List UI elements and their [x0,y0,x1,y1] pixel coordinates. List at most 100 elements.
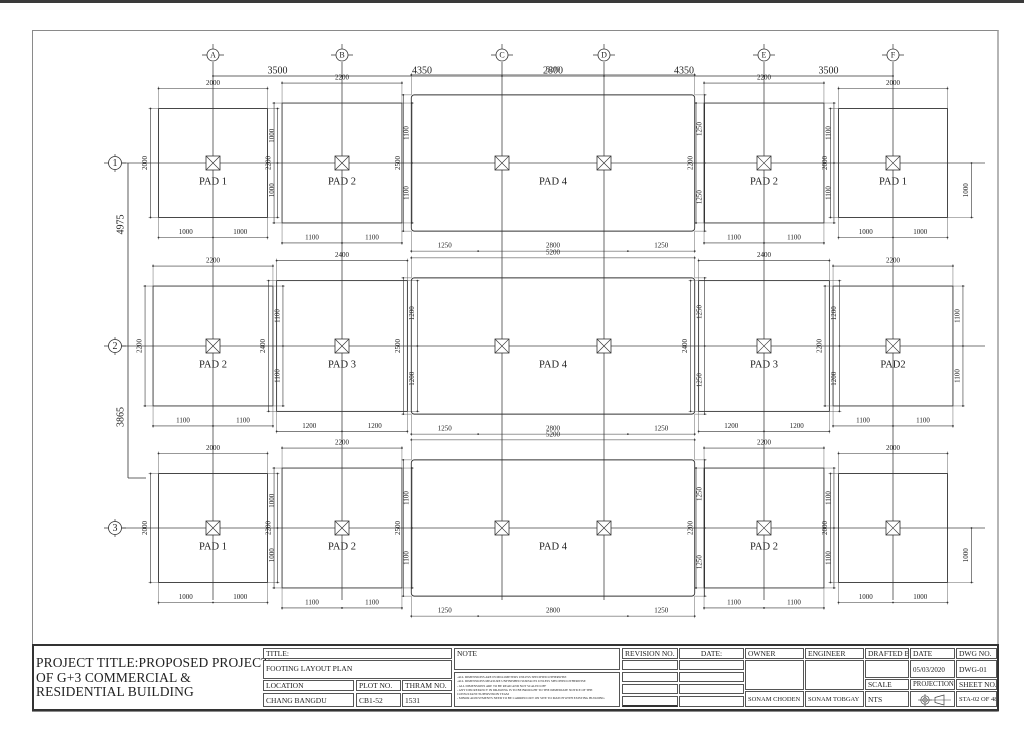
dimension-tick [477,433,480,436]
dimension-tick [212,601,214,604]
dimension-tick [273,102,275,104]
dimension-tick [402,413,405,416]
grid-spacing-label: 3865 [115,407,126,427]
footing-label: PAD 2 [199,359,227,370]
width-dimension-text: 2200 [335,439,350,447]
split-dimension-text: 1200 [724,422,739,430]
split-dimension-text: 1100 [727,234,741,242]
projection-label: PROJECTION [910,679,955,690]
width-dimension-text: 2000 [886,444,901,452]
split-dimension-text: 1200 [302,422,317,430]
grid-label-2: 2 [113,341,118,352]
dimension-tick [952,265,954,267]
dimension-tick [693,73,696,76]
dimension-tick [276,216,279,219]
grid-spacing-label: 3500 [268,65,288,76]
dimension-tick [837,87,840,90]
dimension-tick [689,279,692,282]
notes-list: -ALL DIMENSIONS ARE IN MILLIMETERS UNLES… [454,672,620,707]
dimension-tick [406,430,409,433]
footing-label: PAD 3 [750,359,778,370]
dimension-tick [833,587,835,589]
dimension-tick [341,430,343,433]
dimension-tick [401,82,403,84]
dimension-tick [401,447,403,449]
width-dimension-text: 2200 [757,439,772,447]
height-dimension-text: 2000 [821,521,829,536]
title-label: TITLE: [263,648,452,659]
dimension-tick [402,230,405,233]
split-dimension-text: 1000 [859,228,874,236]
footing-layout-drawing: A B C D E F1233500 4350 2800 4350 350049753865PAD… [104,44,985,619]
dimension-tick [275,259,278,262]
dimension-tick [410,73,413,76]
dimension-tick [603,75,605,77]
dimension-tick [272,425,274,427]
dimension-tick [410,433,413,436]
dimension-tick [962,345,964,347]
split-dimension-text: 1000 [179,593,194,601]
dimension-tick [703,413,706,416]
split-height-text: 1100 [954,309,962,323]
sheet-no-value: STA-02 OF 48 [956,691,997,707]
dimension-tick [833,162,835,164]
dimension-tick [689,410,692,413]
dimension-tick [703,607,705,609]
height-dimension-text: 2200 [816,339,824,354]
split-height-text: 1100 [274,309,282,323]
split-dimension-text: 1100 [176,417,190,425]
dimension-tick [695,467,697,469]
dimension-tick [410,256,413,259]
height-dimension-text: 2200 [687,156,695,171]
project-title-line: PROJECT TITLE:PROPOSED PROJECT [36,655,270,670]
dimension-tick [823,242,825,244]
width-dimension-text: 5200 [546,65,561,73]
height-dimension-text: 2000 [141,521,149,536]
height-dimension-text: 2400 [259,339,267,354]
split-height-text: 1000 [268,128,276,143]
dimension-tick [828,259,831,262]
height-dimension-text: 2500 [394,521,402,536]
dimension-tick [401,242,403,244]
revision-row [622,660,678,670]
thram-no-value: 1531 [402,693,452,707]
split-dimension-text: 1000 [179,228,194,236]
height-dimension-text: 2500 [394,339,402,354]
dimension-tick [266,452,269,455]
dimension-tick [149,581,152,584]
footing-label: PAD 2 [750,541,778,552]
dimension-tick [402,595,405,598]
dimension-tick [946,452,949,455]
width-dimension-text: 2200 [335,74,350,82]
revision-row [622,672,678,682]
owner-label: OWNER [745,648,804,659]
dimension-tick [697,430,700,433]
revision-date-row [679,672,744,682]
dimension-tick [272,265,274,267]
projection-cell [910,691,955,707]
project-title-line: RESIDENTIAL BUILDING [36,684,194,699]
height-dimension-text: 2400 [681,339,689,354]
dimension-tick [962,285,964,287]
split-height-text: 1000 [962,548,970,563]
width-dimension-text: 5200 [546,248,561,256]
dimension-tick [416,410,419,413]
split-height-text: 1100 [825,551,833,565]
dimension-tick [276,107,279,110]
dimension-tick [157,236,160,239]
split-dimension-text: 1200 [368,422,383,430]
dimension-tick [962,405,964,407]
plot-no-label: PLOT NO. [356,680,401,691]
dimension-tick [693,438,696,441]
dimension-tick [266,236,269,239]
dimension-tick [212,425,214,427]
dimension-tick [695,587,697,589]
dimension-tick [833,222,835,224]
dimension-tick [892,601,894,604]
note-label: NOTE [454,648,620,670]
owner-value: SONAM CHODEN [745,691,804,707]
dimension-tick [833,102,835,104]
split-height-text: 1200 [408,371,416,386]
split-dimension-text: 1250 [654,242,669,250]
dimension-tick [829,107,832,110]
